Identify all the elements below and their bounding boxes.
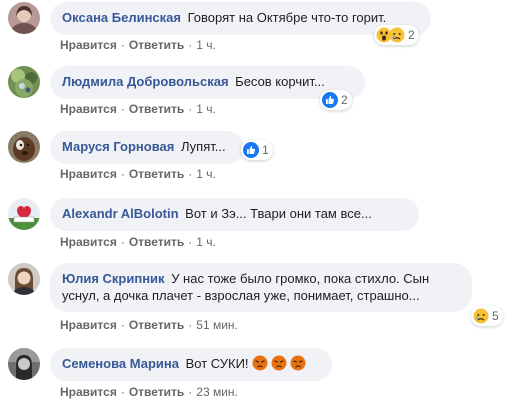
separator: · — [120, 385, 125, 399]
separator: · — [120, 318, 125, 332]
separator: · — [188, 167, 193, 181]
avatar[interactable] — [8, 131, 40, 163]
comment-text: Бесов корчит... — [235, 74, 325, 89]
comment-text: Вот и Зэ... Твари они там все... — [185, 206, 372, 221]
comment-bubble: Alexandr AlBolotin Вот и Зэ... Твари они… — [50, 198, 419, 231]
comment-actions: Нравится · Ответить · 1 ч. — [60, 167, 216, 181]
timestamp[interactable]: 51 мин. — [196, 318, 238, 332]
like-icon — [243, 142, 259, 158]
angry-emoji — [252, 355, 268, 371]
avatar[interactable] — [8, 263, 40, 295]
reaction-count: 5 — [492, 309, 499, 323]
sad-icon — [473, 308, 489, 324]
like-button[interactable]: Нравится — [60, 235, 117, 249]
author-name[interactable]: Юлия Скрипник — [62, 271, 165, 286]
comment-text: Лупят... — [180, 139, 226, 154]
reaction-summary[interactable]: 1 — [241, 140, 273, 160]
comment-actions: Нравится · Ответить · 1 ч. — [60, 102, 216, 116]
reaction-summary[interactable]: 2 — [320, 90, 352, 110]
separator: · — [188, 235, 193, 249]
comment-bubble: Семенова Марина Вот СУКИ! — [50, 348, 332, 381]
separator: · — [188, 385, 193, 399]
reply-button[interactable]: Ответить — [129, 235, 184, 249]
timestamp[interactable]: 1 ч. — [196, 38, 216, 52]
separator: · — [120, 102, 125, 116]
comment-bubble: Людмила Добровольская Бесов корчит... — [50, 66, 365, 99]
timestamp[interactable]: 1 ч. — [196, 167, 216, 181]
author-name[interactable]: Людмила Добровольская — [62, 74, 229, 89]
comment-text: Вот СУКИ! — [185, 356, 249, 371]
like-button[interactable]: Нравится — [60, 167, 117, 181]
comment-actions: Нравится · Ответить · 23 мин. — [60, 385, 238, 399]
like-button[interactable]: Нравится — [60, 38, 117, 52]
timestamp[interactable]: 1 ч. — [196, 235, 216, 249]
separator: · — [120, 167, 125, 181]
avatar[interactable] — [8, 348, 40, 380]
separator: · — [188, 38, 193, 52]
author-name[interactable]: Оксана Белинская — [62, 10, 181, 25]
reaction-count: 1 — [262, 143, 269, 157]
sad-icon — [389, 27, 405, 43]
separator: · — [188, 318, 193, 332]
comment-feed: Оксана Белинская Говорят на Октябре что-… — [0, 0, 518, 408]
like-icon — [322, 92, 338, 108]
timestamp[interactable]: 23 мин. — [196, 385, 238, 399]
comment-actions: Нравится · Ответить · 51 мин. — [60, 318, 238, 332]
separator: · — [120, 38, 125, 52]
author-name[interactable]: Маруся Горновая — [62, 139, 174, 154]
like-button[interactable]: Нравится — [60, 318, 117, 332]
reaction-count: 2 — [408, 28, 415, 42]
author-name[interactable]: Семенова Марина — [62, 356, 179, 371]
reaction-summary[interactable]: 5 — [471, 306, 503, 326]
like-button[interactable]: Нравится — [60, 385, 117, 399]
reply-button[interactable]: Ответить — [129, 38, 184, 52]
reaction-summary[interactable]: 2 — [374, 25, 419, 45]
comment-text: Говорят на Октябре что-то горит. — [187, 10, 387, 25]
avatar[interactable] — [8, 2, 40, 34]
angry-emoji — [271, 355, 287, 371]
avatar[interactable] — [8, 66, 40, 98]
comment-actions: Нравится · Ответить · 1 ч. — [60, 235, 216, 249]
reply-button[interactable]: Ответить — [129, 318, 184, 332]
emoji-group — [252, 355, 306, 371]
separator: · — [120, 235, 125, 249]
separator: · — [188, 102, 193, 116]
comment-bubble: Юлия Скрипник У нас тоже было громко, по… — [50, 263, 472, 312]
comment-actions: Нравится · Ответить · 1 ч. — [60, 38, 216, 52]
reply-button[interactable]: Ответить — [129, 167, 184, 181]
author-name[interactable]: Alexandr AlBolotin — [62, 206, 179, 221]
reply-button[interactable]: Ответить — [129, 102, 184, 116]
comment-bubble: Маруся Горновая Лупят... — [50, 131, 244, 164]
avatar[interactable] — [8, 198, 40, 230]
reaction-count: 2 — [341, 93, 348, 107]
reply-button[interactable]: Ответить — [129, 385, 184, 399]
like-button[interactable]: Нравится — [60, 102, 117, 116]
timestamp[interactable]: 1 ч. — [196, 102, 216, 116]
angry-emoji — [290, 355, 306, 371]
